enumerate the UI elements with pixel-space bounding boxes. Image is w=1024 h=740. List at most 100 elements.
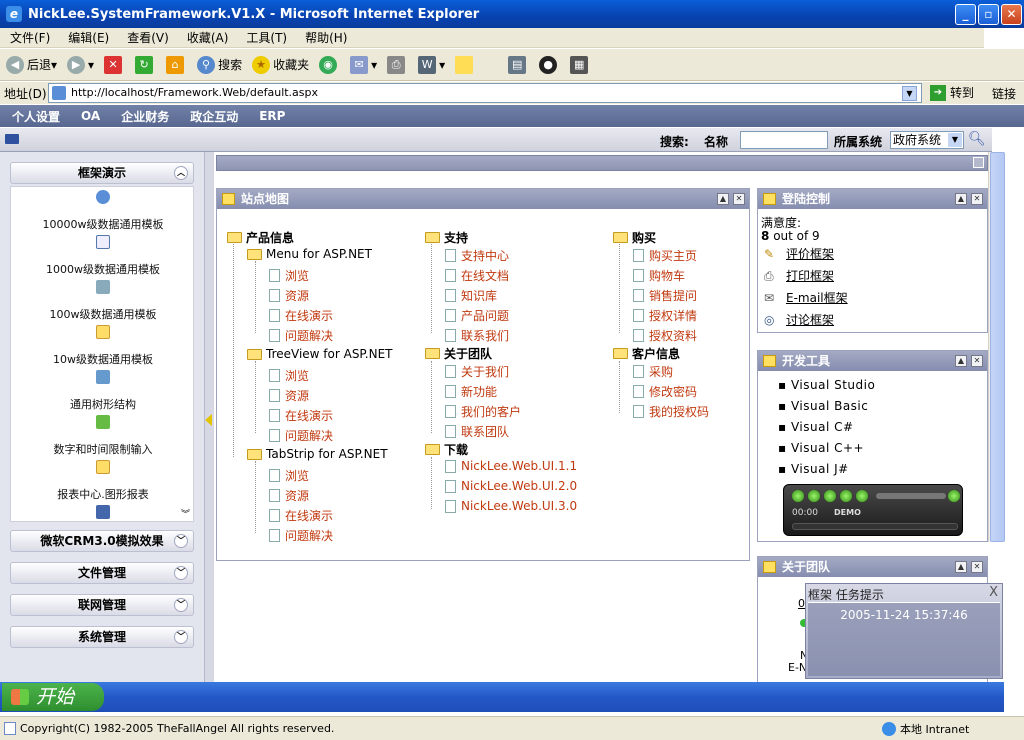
menu-item-report[interactable]: 报表中心.图形报表: [11, 486, 195, 502]
go-button[interactable]: ➔ 转到: [930, 84, 974, 101]
tree-about-team[interactable]: 关于团队: [425, 345, 492, 362]
tree-link[interactable]: 浏览: [269, 467, 309, 484]
menu-item-tree[interactable]: 通用树形结构: [11, 396, 195, 412]
collapse-icon[interactable]: ▲: [717, 193, 729, 205]
tree-link[interactable]: 资源: [269, 287, 309, 304]
seek-bar[interactable]: [792, 523, 958, 530]
refresh-button[interactable]: ↻: [135, 55, 156, 74]
close-icon[interactable]: ✕: [733, 193, 745, 205]
menu-view[interactable]: 查看(V): [127, 29, 169, 46]
media-button[interactable]: ◉: [319, 55, 340, 74]
menu-item-10000w[interactable]: 10000w级数据通用模板: [11, 216, 195, 232]
notes-button[interactable]: [455, 55, 476, 74]
chevron-up-icon[interactable]: ︿: [174, 166, 188, 180]
close-icon[interactable]: ✕: [971, 561, 983, 573]
messenger-button[interactable]: ●: [539, 55, 560, 74]
tree-link[interactable]: 我们的客户: [445, 403, 521, 420]
tree-link[interactable]: 授权资料: [633, 327, 697, 344]
chevron-down-icon[interactable]: ▼: [902, 86, 917, 101]
chevron-down-icon[interactable]: ﹀: [174, 598, 188, 612]
menu-help[interactable]: 帮助(H): [305, 29, 347, 46]
rewind-icon[interactable]: [792, 490, 804, 502]
tree-link[interactable]: 联系团队: [445, 423, 509, 440]
links-button[interactable]: 链接: [992, 85, 1016, 102]
tree-link[interactable]: 关于我们: [445, 363, 509, 380]
tree-link[interactable]: 知识库: [445, 287, 497, 304]
stop-icon[interactable]: [856, 490, 868, 502]
maximize-button[interactable]: ▫: [978, 4, 999, 25]
tree-support[interactable]: 支持: [425, 229, 468, 246]
chevron-down-icon[interactable]: ﹀: [174, 534, 188, 548]
close-icon[interactable]: ✕: [971, 355, 983, 367]
power-icon[interactable]: [948, 490, 960, 502]
popup-close-button[interactable]: X: [989, 585, 998, 600]
home-button[interactable]: ⌂: [166, 55, 187, 74]
menu-item-1000w[interactable]: 1000w级数据通用模板: [11, 261, 195, 277]
favorites-button[interactable]: ★ 收藏夹: [252, 55, 309, 74]
tree-link[interactable]: 问题解决: [269, 327, 333, 344]
collapse-icon[interactable]: ▲: [955, 193, 967, 205]
scroll-down-icon[interactable]: ︾: [181, 507, 190, 520]
back-button[interactable]: ◀ 后退 ▾: [6, 55, 57, 74]
name-search-input[interactable]: [740, 131, 828, 149]
calculator-button[interactable]: ▦: [570, 55, 591, 74]
pause-icon[interactable]: [824, 490, 836, 502]
panel-network-management[interactable]: 联网管理 ﹀: [10, 594, 194, 616]
tree-link[interactable]: NickLee.Web.UI.1.1: [445, 459, 577, 473]
print-button[interactable]: ⎙: [387, 55, 408, 74]
tree-link[interactable]: 浏览: [269, 367, 309, 384]
tree-link[interactable]: 在线演示: [269, 407, 333, 424]
search-icon[interactable]: 🔍︎: [968, 131, 986, 147]
tree-link[interactable]: 购买主页: [633, 247, 697, 264]
tree-link[interactable]: NickLee.Web.UI.2.0: [445, 479, 577, 493]
rate-framework-link[interactable]: ✎ 评价框架: [764, 245, 834, 262]
panel-system-management[interactable]: 系统管理 ﹀: [10, 626, 194, 648]
tree-link[interactable]: NickLee.Web.UI.3.0: [445, 499, 577, 513]
tree-link[interactable]: 我的授权码: [633, 403, 709, 420]
tree-link[interactable]: 新功能: [445, 383, 497, 400]
email-framework-link[interactable]: ✉ E-mail框架: [764, 289, 848, 306]
menu-item-10w[interactable]: 10w级数据通用模板: [11, 351, 195, 367]
tree-link[interactable]: 问题解决: [269, 427, 333, 444]
tree-link[interactable]: 产品问题: [445, 307, 509, 324]
tree-link[interactable]: 修改密码: [633, 383, 697, 400]
minimize-button[interactable]: _: [955, 4, 976, 25]
panel-crm[interactable]: 微软CRM3.0模拟效果 ﹀: [10, 530, 194, 552]
panel-file-management[interactable]: 文件管理 ﹀: [10, 562, 194, 584]
stop-button[interactable]: ✕: [104, 55, 125, 74]
close-icon[interactable]: ✕: [971, 193, 983, 205]
tree-link[interactable]: 在线文档: [445, 267, 509, 284]
play-icon[interactable]: [808, 490, 820, 502]
menu-item-number-time[interactable]: 数字和时间限制输入: [11, 441, 195, 457]
tree-menu-aspnet[interactable]: Menu for ASP.NET: [247, 247, 372, 261]
collapse-icon[interactable]: ▲: [955, 561, 967, 573]
mail-button[interactable]: ✉ ▾: [350, 55, 377, 74]
volume-slider[interactable]: [876, 493, 946, 499]
scroll-thumb[interactable]: [990, 152, 1005, 542]
tree-link[interactable]: 资源: [269, 387, 309, 404]
close-button[interactable]: ✕: [1001, 4, 1022, 25]
restore-icon[interactable]: [973, 157, 984, 168]
tree-link[interactable]: 联系我们: [445, 327, 509, 344]
research-button[interactable]: ▤: [508, 55, 529, 74]
tree-tabstrip-aspnet[interactable]: TabStrip for ASP.NET: [247, 447, 388, 461]
tree-download[interactable]: 下载: [425, 441, 468, 458]
discuss-framework-link[interactable]: ◎ 讨论框架: [764, 311, 834, 328]
tree-link[interactable]: 采购: [633, 363, 673, 380]
forward-icon[interactable]: [840, 490, 852, 502]
tree-link[interactable]: 在线演示: [269, 307, 333, 324]
tree-link[interactable]: 授权详情: [633, 307, 697, 324]
chevron-down-icon[interactable]: ﹀: [174, 630, 188, 644]
menu-tools[interactable]: 工具(T): [246, 29, 287, 46]
nav-personal-settings[interactable]: 个人设置: [12, 108, 60, 125]
system-select[interactable]: 政府系统 ▼: [890, 131, 964, 149]
nav-oa[interactable]: OA: [81, 109, 100, 123]
menu-edit[interactable]: 编辑(E): [68, 29, 109, 46]
tree-link[interactable]: 问题解决: [269, 527, 333, 544]
menu-item-100w[interactable]: 100w级数据通用模板: [11, 306, 195, 322]
search-button[interactable]: ⚲ 搜索: [197, 55, 242, 74]
edit-button[interactable]: W ▾: [418, 55, 445, 74]
vertical-scrollbar[interactable]: [988, 152, 1005, 542]
tree-link[interactable]: 浏览: [269, 267, 309, 284]
tree-link[interactable]: 在线演示: [269, 507, 333, 524]
